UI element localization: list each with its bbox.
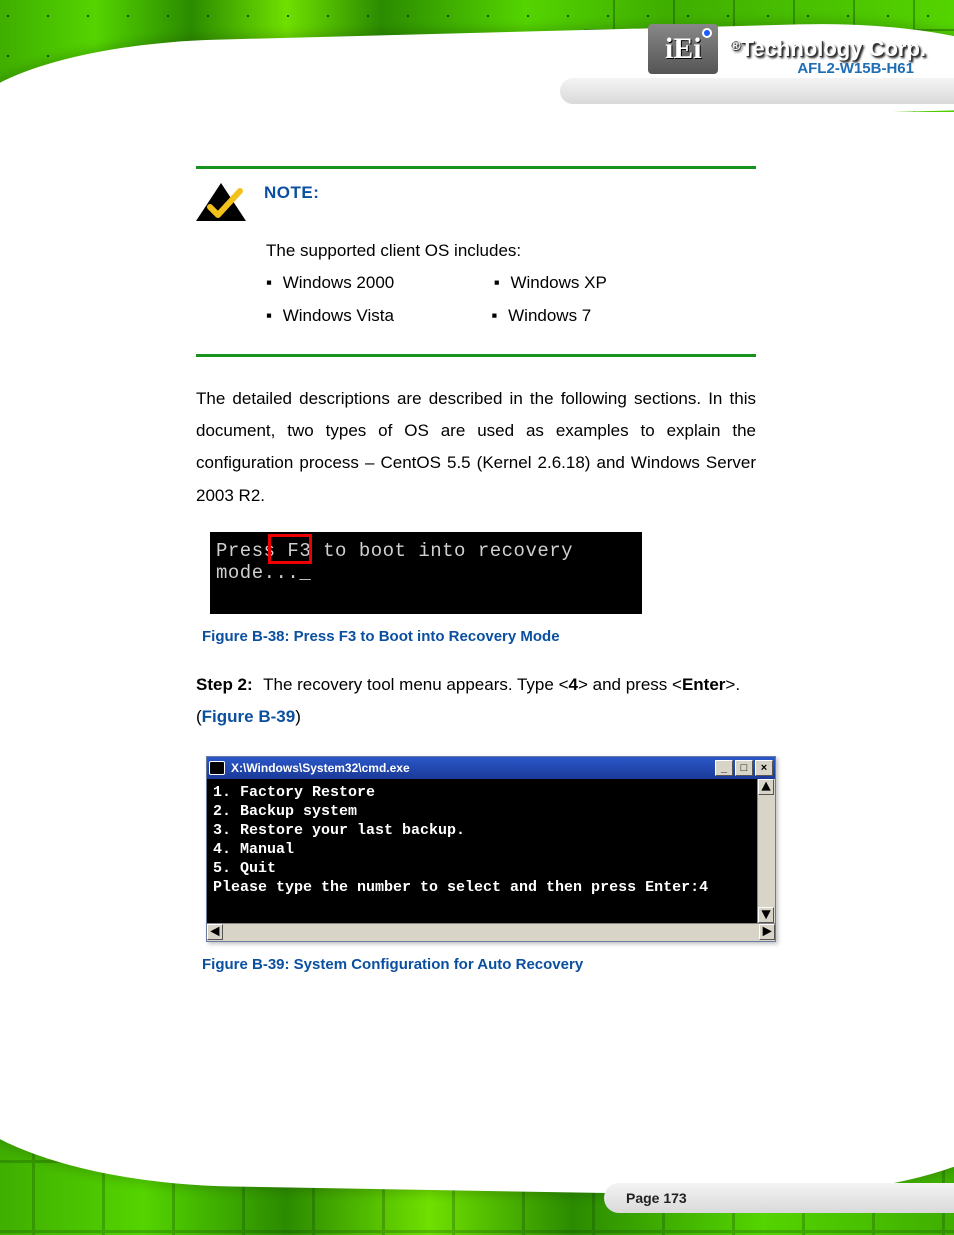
cmd-title: X:\Windows\System32\cmd.exe xyxy=(231,761,410,775)
footer-strip: Page 173 xyxy=(604,1183,954,1213)
note-label: NOTE: xyxy=(264,183,319,203)
registered-icon: ® xyxy=(730,37,740,53)
rule-bottom xyxy=(196,354,756,357)
cmd-terminal: 1. Factory Restore 2. Backup system 3. R… xyxy=(207,779,757,923)
note-intro: The supported client OS includes: xyxy=(266,241,521,260)
cmd-line: 2. Backup system xyxy=(213,802,751,821)
brand-name-text: Technology Corp. xyxy=(741,36,926,61)
logo: iEi xyxy=(648,24,718,74)
note-item-3: Windows Vista xyxy=(283,306,394,325)
maximize-button[interactable]: □ xyxy=(735,760,753,776)
cmd-line: 4. Manual xyxy=(213,840,751,859)
note-item-2: Windows XP xyxy=(510,273,606,292)
note-item-4: Windows 7 xyxy=(508,306,591,325)
step-text-b: > and press < xyxy=(578,675,682,694)
cmd-titlebar: X:\Windows\System32\cmd.exe _ □ × xyxy=(207,757,775,779)
close-button[interactable]: × xyxy=(755,760,773,776)
note-block: NOTE: xyxy=(196,183,756,221)
cmd-line: 5. Quit xyxy=(213,859,751,878)
cmd-body: 1. Factory Restore 2. Backup system 3. R… xyxy=(207,779,775,923)
step-tag: Step 2: xyxy=(196,675,253,694)
page-number: Page 173 xyxy=(626,1190,687,1206)
cmd-line: 3. Restore your last backup. xyxy=(213,821,751,840)
note-icon xyxy=(196,183,246,221)
footer-banner: Page 173 xyxy=(0,1125,954,1235)
scroll-right-icon[interactable]: ► xyxy=(759,924,775,940)
rule-top xyxy=(196,166,756,169)
recovery-prompt-screenshot: Press F3 to boot into recovery mode..._ xyxy=(210,532,642,614)
logo-dot-icon xyxy=(702,28,712,38)
vertical-scrollbar[interactable]: ▲ ▼ xyxy=(757,779,775,923)
header-grey-strip xyxy=(560,78,954,104)
step-text-a: The recovery tool menu appears. Type < xyxy=(263,675,568,694)
figure-caption-1: Figure B-38: Press F3 to Boot into Recov… xyxy=(202,628,756,645)
intro-paragraph: The detailed descriptions are described … xyxy=(196,383,756,512)
scroll-left-icon[interactable]: ◄ xyxy=(207,924,223,940)
step-text-d: ) xyxy=(295,707,301,726)
step-key-4: 4 xyxy=(569,675,578,694)
figure-ref: Figure B-39 xyxy=(202,707,296,726)
header-banner: iEi ®Technology Corp. AFL2-W15B-H61 xyxy=(0,0,954,112)
cmd-line: 1. Factory Restore xyxy=(213,783,751,802)
step-2: Step 2: The recovery tool menu appears. … xyxy=(196,669,756,734)
note-body: The supported client OS includes: ▪ Wind… xyxy=(266,235,756,332)
cmd-icon xyxy=(209,761,225,775)
cmd-line: Please type the number to select and the… xyxy=(213,878,751,897)
scroll-up-icon[interactable]: ▲ xyxy=(758,779,774,795)
logo-text: iEi xyxy=(665,34,702,64)
minimize-button[interactable]: _ xyxy=(715,760,733,776)
page-content: NOTE: The supported client OS includes: … xyxy=(196,160,756,973)
step-key-enter: Enter xyxy=(682,675,725,694)
highlight-box xyxy=(268,534,312,564)
scroll-track[interactable] xyxy=(223,924,759,941)
horizontal-scrollbar[interactable]: ◄ ► xyxy=(207,923,775,941)
brand-name: ®Technology Corp. xyxy=(730,38,926,60)
scroll-down-icon[interactable]: ▼ xyxy=(758,907,774,923)
note-item-1: Windows 2000 xyxy=(283,273,395,292)
figure-caption-2: Figure B-39: System Configuration for Au… xyxy=(202,956,756,973)
cmd-window-screenshot: X:\Windows\System32\cmd.exe _ □ × 1. Fac… xyxy=(206,756,776,942)
model-label: AFL2-W15B-H61 xyxy=(797,60,914,77)
